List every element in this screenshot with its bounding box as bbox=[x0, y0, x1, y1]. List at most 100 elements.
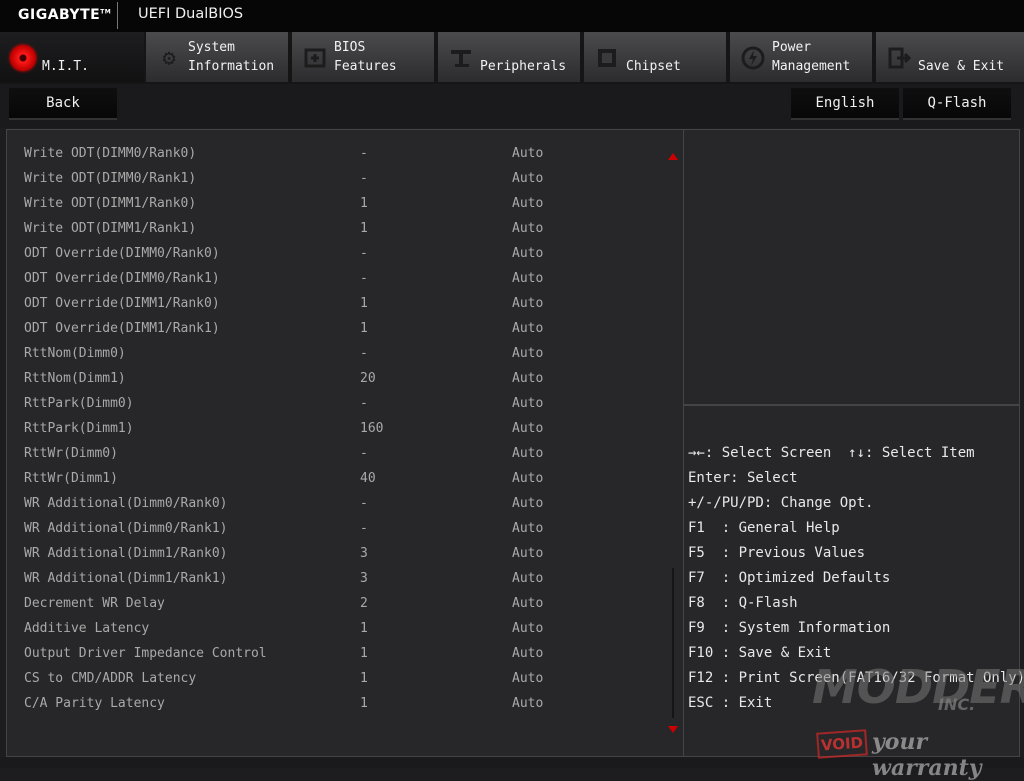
key-help-line: F9 : System Information bbox=[688, 620, 891, 636]
setting-value[interactable]: Auto bbox=[512, 166, 543, 191]
setting-name: RttPark(Dimm1) bbox=[24, 421, 134, 436]
setting-row[interactable]: ODT Override(DIMM0/Rank1) - Auto bbox=[7, 266, 667, 291]
key-help-line: Enter: Select bbox=[688, 470, 798, 486]
setting-name: RttWr(Dimm0) bbox=[24, 446, 118, 461]
setting-value[interactable]: Auto bbox=[512, 516, 543, 541]
tab-power-management[interactable]: Power Management bbox=[730, 32, 874, 82]
setting-row[interactable]: ODT Override(DIMM0/Rank0) - Auto bbox=[7, 241, 667, 266]
tab-peripherals[interactable]: Peripherals bbox=[438, 32, 582, 82]
setting-row[interactable]: Output Driver Impedance Control 1 Auto bbox=[7, 641, 667, 666]
tab-mit[interactable]: M.I.T. bbox=[0, 32, 146, 82]
setting-row[interactable]: Write ODT(DIMM0/Rank0) - Auto bbox=[7, 141, 667, 166]
setting-value[interactable]: Auto bbox=[512, 441, 543, 466]
bios-chip-icon bbox=[302, 45, 328, 71]
tab-save-exit[interactable]: Save & Exit bbox=[876, 32, 1024, 82]
setting-name: RttNom(Dimm0) bbox=[24, 346, 126, 361]
peripherals-icon bbox=[448, 45, 474, 71]
setting-row[interactable]: Write ODT(DIMM1/Rank1) 1 Auto bbox=[7, 216, 667, 241]
setting-name: WR Additional(Dimm0/Rank1) bbox=[24, 521, 228, 536]
setting-current-value: - bbox=[360, 346, 368, 361]
setting-current-value: - bbox=[360, 396, 368, 411]
setting-name: Write ODT(DIMM0/Rank1) bbox=[24, 171, 197, 186]
setting-row[interactable]: Write ODT(DIMM1/Rank0) 1 Auto bbox=[7, 191, 667, 216]
setting-value[interactable]: Auto bbox=[512, 666, 543, 691]
setting-value[interactable]: Auto bbox=[512, 416, 543, 441]
setting-current-value: 3 bbox=[360, 546, 368, 561]
setting-name: WR Additional(Dimm1/Rank1) bbox=[24, 571, 228, 586]
watermark-inc: INC. bbox=[938, 695, 976, 714]
tab-label: Peripherals bbox=[480, 59, 567, 74]
setting-row[interactable]: WR Additional(Dimm1/Rank0) 3 Auto bbox=[7, 541, 667, 566]
setting-value[interactable]: Auto bbox=[512, 391, 543, 416]
setting-name: Additive Latency bbox=[24, 621, 150, 636]
language-button[interactable]: English bbox=[791, 88, 899, 120]
key-help-line: ESC : Exit bbox=[688, 695, 773, 711]
setting-row[interactable]: C/A Parity Latency 1 Auto bbox=[7, 691, 667, 716]
setting-current-value: 2 bbox=[360, 596, 368, 611]
key-help-line: →←: Select Screen ↑↓: Select Item bbox=[688, 445, 975, 461]
setting-name: Write ODT(DIMM0/Rank0) bbox=[24, 146, 197, 161]
scroll-up-arrow-icon[interactable] bbox=[668, 153, 678, 160]
setting-row[interactable]: Write ODT(DIMM0/Rank1) - Auto bbox=[7, 166, 667, 191]
setting-row[interactable]: RttWr(Dimm0) - Auto bbox=[7, 441, 667, 466]
item-help-panel bbox=[684, 129, 1020, 405]
tab-label: Save & Exit bbox=[918, 59, 1005, 74]
setting-row[interactable]: WR Additional(Dimm1/Rank1) 3 Auto bbox=[7, 566, 667, 591]
tab-bios-features[interactable]: BIOS Features bbox=[292, 32, 436, 82]
setting-row[interactable]: Decrement WR Delay 2 Auto bbox=[7, 591, 667, 616]
setting-row[interactable]: ODT Override(DIMM1/Rank0) 1 Auto bbox=[7, 291, 667, 316]
setting-row[interactable]: WR Additional(Dimm0/Rank1) - Auto bbox=[7, 516, 667, 541]
top-bar: GIGABYTETM UEFI DualBIOS bbox=[0, 0, 1024, 33]
setting-name: CS to CMD/ADDR Latency bbox=[24, 671, 197, 686]
scrollbar-thumb[interactable] bbox=[672, 568, 674, 718]
setting-value[interactable]: Auto bbox=[512, 316, 543, 341]
scroll-down-arrow-icon[interactable] bbox=[668, 726, 678, 733]
setting-value[interactable]: Auto bbox=[512, 641, 543, 666]
tab-chipset[interactable]: Chipset bbox=[584, 32, 728, 82]
setting-value[interactable]: Auto bbox=[512, 616, 543, 641]
setting-value[interactable]: Auto bbox=[512, 566, 543, 591]
setting-row[interactable]: RttNom(Dimm0) - Auto bbox=[7, 341, 667, 366]
key-help-line: F8 : Q-Flash bbox=[688, 595, 798, 611]
setting-current-value: 1 bbox=[360, 196, 368, 211]
tab-label: BIOS Features bbox=[334, 40, 397, 74]
setting-current-value: 1 bbox=[360, 621, 368, 636]
setting-value[interactable]: Auto bbox=[512, 591, 543, 616]
setting-name: WR Additional(Dimm1/Rank0) bbox=[24, 546, 228, 561]
setting-value[interactable]: Auto bbox=[512, 191, 543, 216]
tab-system-information[interactable]: ⚙ System Information bbox=[146, 32, 290, 82]
setting-value[interactable]: Auto bbox=[512, 691, 543, 716]
setting-value[interactable]: Auto bbox=[512, 466, 543, 491]
setting-current-value: 1 bbox=[360, 696, 368, 711]
setting-value[interactable]: Auto bbox=[512, 291, 543, 316]
qflash-button[interactable]: Q-Flash bbox=[903, 88, 1011, 120]
setting-row[interactable]: RttWr(Dimm1) 40 Auto bbox=[7, 466, 667, 491]
chipset-icon bbox=[594, 45, 620, 71]
setting-name: Decrement WR Delay bbox=[24, 596, 165, 611]
setting-row[interactable]: RttPark(Dimm0) - Auto bbox=[7, 391, 667, 416]
gigabyte-logo: GIGABYTETM bbox=[18, 7, 112, 23]
back-button[interactable]: Back bbox=[9, 88, 117, 120]
setting-name: Write ODT(DIMM1/Rank0) bbox=[24, 196, 197, 211]
setting-row[interactable]: Additive Latency 1 Auto bbox=[7, 616, 667, 641]
setting-row[interactable]: WR Additional(Dimm0/Rank0) - Auto bbox=[7, 491, 667, 516]
setting-value[interactable]: Auto bbox=[512, 241, 543, 266]
tab-label: Chipset bbox=[626, 59, 681, 74]
setting-current-value: 1 bbox=[360, 671, 368, 686]
key-help-line: F1 : General Help bbox=[688, 520, 840, 536]
setting-name: Write ODT(DIMM1/Rank1) bbox=[24, 221, 197, 236]
bottom-bar bbox=[0, 757, 1024, 768]
setting-value[interactable]: Auto bbox=[512, 266, 543, 291]
watermark-void-stamp: VOID bbox=[816, 729, 868, 759]
setting-value[interactable]: Auto bbox=[512, 141, 543, 166]
setting-value[interactable]: Auto bbox=[512, 541, 543, 566]
setting-row[interactable]: CS to CMD/ADDR Latency 1 Auto bbox=[7, 666, 667, 691]
setting-value[interactable]: Auto bbox=[512, 341, 543, 366]
setting-value[interactable]: Auto bbox=[512, 491, 543, 516]
setting-current-value: 40 bbox=[360, 471, 376, 486]
setting-row[interactable]: ODT Override(DIMM1/Rank1) 1 Auto bbox=[7, 316, 667, 341]
setting-row[interactable]: RttPark(Dimm1) 160 Auto bbox=[7, 416, 667, 441]
setting-row[interactable]: RttNom(Dimm1) 20 Auto bbox=[7, 366, 667, 391]
setting-value[interactable]: Auto bbox=[512, 366, 543, 391]
setting-value[interactable]: Auto bbox=[512, 216, 543, 241]
